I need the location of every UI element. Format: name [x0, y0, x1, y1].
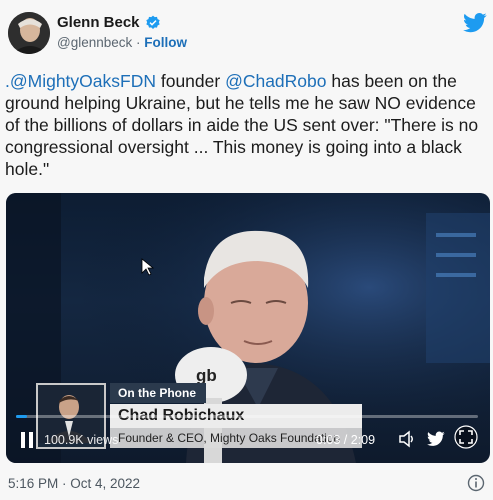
- tweet-card: Glenn Beck @glennbeck · Follow .@MightyO…: [0, 0, 493, 500]
- lower-third-label: On the Phone: [110, 383, 206, 403]
- follow-button[interactable]: Follow: [144, 35, 187, 50]
- volume-icon[interactable]: [398, 430, 416, 448]
- handle-row: @glennbeck · Follow: [57, 35, 187, 50]
- video-player[interactable]: gb On the Phone Chad Robichaux Founder &…: [6, 193, 490, 463]
- tweet-timestamp[interactable]: 5:16 PM · Oct 4, 2022: [8, 476, 140, 491]
- video-time: 0:03 / 2:09: [316, 433, 376, 447]
- video-progress-bar[interactable]: [16, 415, 478, 418]
- video-progress-fill: [16, 415, 27, 418]
- mention-chadrobo[interactable]: @ChadRobo: [225, 71, 326, 91]
- avatar[interactable]: [8, 12, 50, 54]
- twitter-bird-icon[interactable]: [463, 12, 487, 34]
- expand-icon[interactable]: [454, 425, 478, 449]
- info-icon[interactable]: [467, 474, 485, 492]
- tweet-text-part-1: founder: [155, 71, 226, 91]
- verified-badge-icon: [145, 15, 160, 29]
- twitter-bird-icon[interactable]: [427, 431, 445, 447]
- view-count: 100.9K views: [44, 433, 119, 447]
- display-name[interactable]: Glenn Beck: [57, 14, 140, 31]
- pause-icon[interactable]: [20, 431, 34, 449]
- author-row: Glenn Beck: [57, 14, 161, 31]
- handle[interactable]: @glennbeck: [57, 35, 132, 50]
- tweet-text: .@MightyOaksFDN founder @ChadRobo has be…: [5, 70, 490, 180]
- separator: ·: [136, 35, 141, 50]
- mention-mightyoaks[interactable]: .@MightyOaksFDN: [5, 71, 156, 91]
